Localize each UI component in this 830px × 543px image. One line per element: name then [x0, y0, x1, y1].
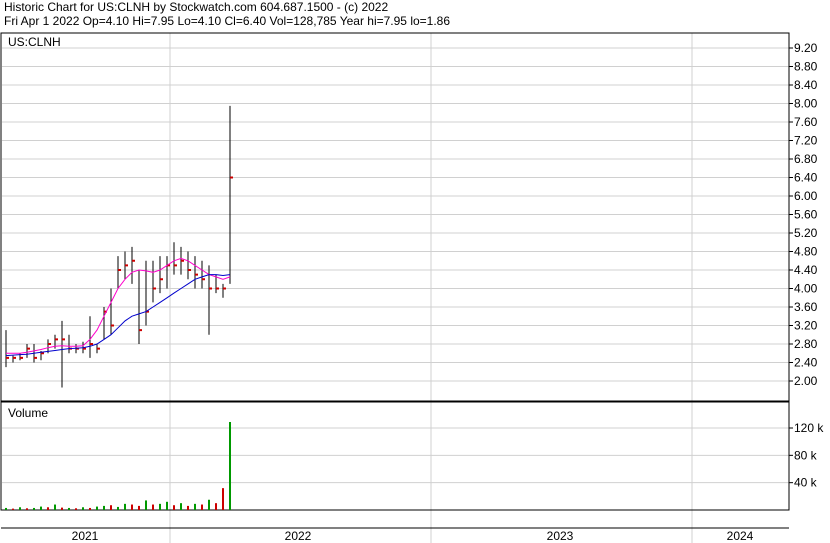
volume-panel-frame — [0, 401, 790, 511]
year-labels: 2021 2022 2023 2024 — [72, 529, 754, 543]
price-tick-label: 6.00 — [794, 189, 818, 203]
price-tick-label: 7.20 — [794, 134, 818, 148]
price-tick-label: 8.80 — [794, 60, 818, 74]
volume-tick-labels: 120 k 80 k 40 k — [789, 421, 824, 490]
price-tick-label: 9.20 — [794, 41, 818, 55]
price-tick-label: 3.60 — [794, 300, 818, 314]
price-tick-label: 8.00 — [794, 97, 818, 111]
price-tick-label: 6.40 — [794, 171, 818, 185]
price-tick-label: 2.80 — [794, 337, 818, 351]
price-tick-label: 5.20 — [794, 226, 818, 240]
year-label: 2024 — [727, 529, 754, 543]
year-label: 2022 — [285, 529, 312, 543]
volume-label: Volume — [8, 406, 48, 420]
volume-tick-label: 120 k — [794, 421, 824, 435]
price-tick-label: 2.00 — [794, 374, 818, 388]
chart-window: Historic Chart for US:CLNH by Stockwatch… — [0, 0, 830, 543]
symbol-label: US:CLNH — [8, 35, 61, 49]
price-tick-label: 4.80 — [794, 245, 818, 259]
price-bars — [5, 105, 233, 388]
price-tick-label: 6.80 — [794, 152, 818, 166]
price-tick-label: 7.60 — [794, 115, 818, 129]
volume-tick-label: 80 k — [794, 448, 818, 462]
price-tick-label: 3.20 — [794, 319, 818, 333]
price-tick-label: 4.00 — [794, 282, 818, 296]
price-tick-label: 5.60 — [794, 208, 818, 222]
price-panel-frame — [0, 32, 790, 402]
grid-lines — [2, 33, 789, 543]
year-label: 2021 — [72, 529, 99, 543]
price-tick-labels: 9.20 8.80 8.40 8.00 7.60 7.20 6.80 6.40 6.00 5.60… — [789, 41, 818, 388]
volume-bars — [5, 421, 231, 510]
price-volume-chart: US:CLNH Volume 9.20 8.80 8.40 8.00 7.60 7.20 6… — [0, 32, 824, 543]
volume-tick-label: 40 k — [794, 476, 818, 490]
year-label: 2023 — [547, 529, 574, 543]
price-tick-label: 8.40 — [794, 78, 818, 92]
price-tick-label: 2.40 — [794, 356, 818, 370]
price-tick-label: 4.40 — [794, 263, 818, 277]
